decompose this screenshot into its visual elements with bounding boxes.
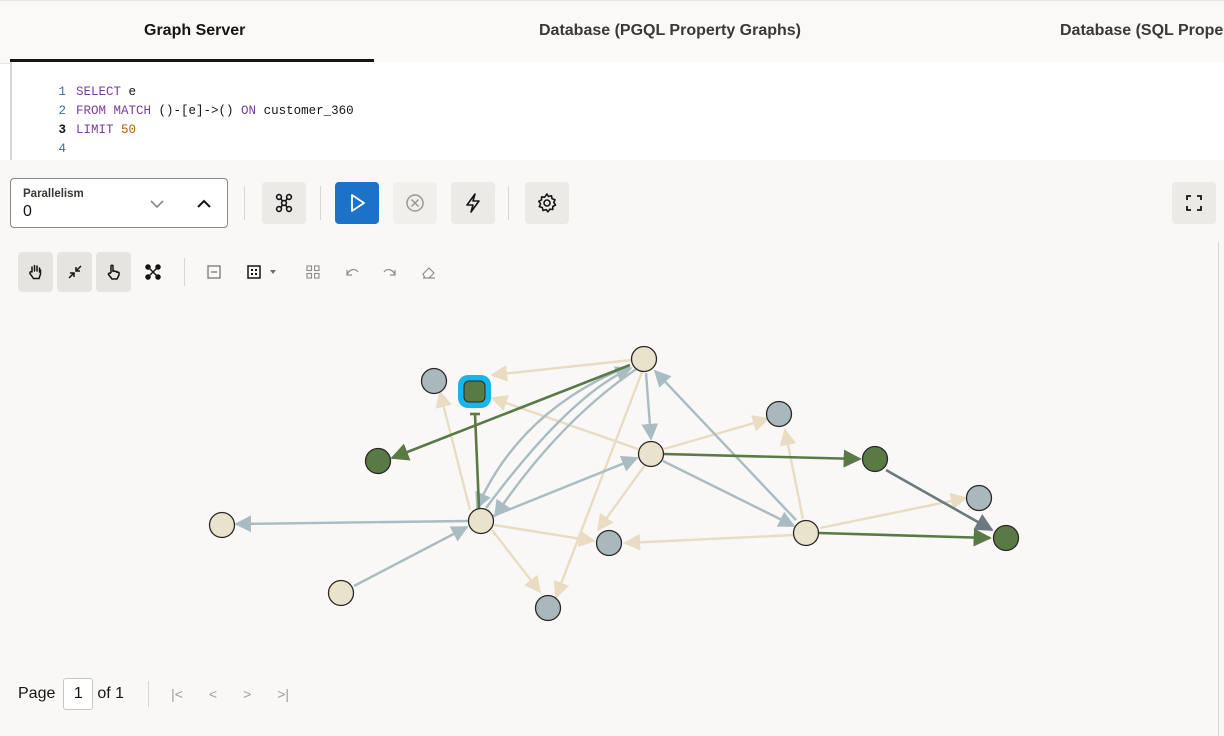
- code-line: 2 FROM MATCH ()-[e]->() ON customer_360: [12, 83, 354, 118]
- results-panel: Parallelism 0 Page 1 of 1 |< < > >|: [0, 160, 1224, 736]
- tab-database-pgql[interactable]: Database (PGQL Property Graphs): [539, 1, 801, 61]
- code-line: 4: [12, 121, 76, 156]
- graph-node-selected[interactable]: [463, 380, 486, 403]
- code-token: customer_360: [256, 104, 354, 118]
- query-editor[interactable]: 1 SELECT e 2 FROM MATCH ()-[e]->() ON cust…: [10, 62, 1224, 175]
- graph-edge[interactable]: [597, 464, 646, 532]
- graph-node[interactable]: [467, 507, 495, 535]
- graph-edge[interactable]: [493, 523, 596, 547]
- graph-node[interactable]: [595, 529, 623, 557]
- graph-node[interactable]: [534, 594, 562, 622]
- graph-node[interactable]: [861, 445, 889, 473]
- code-token: LIMIT: [76, 123, 114, 137]
- graph-node[interactable]: [992, 524, 1020, 552]
- graph-edge[interactable]: [435, 390, 472, 511]
- graph-node[interactable]: [637, 440, 665, 468]
- page-count-label: of 1: [97, 685, 125, 702]
- graph-node[interactable]: [327, 579, 355, 607]
- code-line: 1 SELECT e: [12, 64, 137, 99]
- code-line: 3 LIMIT 50: [12, 102, 137, 137]
- code-line: 5: [12, 140, 76, 175]
- graph-edge[interactable]: [353, 525, 469, 588]
- graph-node[interactable]: [630, 345, 658, 373]
- graph-edge[interactable]: [473, 413, 481, 509]
- page-number-input[interactable]: 1: [63, 678, 94, 710]
- next-page-button[interactable]: >: [243, 686, 251, 702]
- graph-node[interactable]: [765, 400, 793, 428]
- graph-edge[interactable]: [623, 533, 795, 551]
- graph-canvas[interactable]: [0, 160, 1224, 736]
- graph-edge[interactable]: [491, 529, 542, 594]
- graph-edge[interactable]: [663, 449, 862, 468]
- graph-edge[interactable]: [641, 372, 659, 441]
- tab-graph-server[interactable]: Graph Server: [144, 1, 245, 61]
- graph-edge[interactable]: [662, 459, 796, 528]
- graph-node[interactable]: [208, 511, 236, 539]
- graph-node[interactable]: [792, 519, 820, 547]
- pagination: Page 1 of 1 |< < > >|: [18, 678, 289, 710]
- code-token: ON: [241, 104, 257, 118]
- tab-database-sql[interactable]: Database (SQL Proper: [1060, 1, 1224, 61]
- tab-bar: Graph Server Database (PGQL Property Gra…: [0, 0, 1224, 64]
- page-label: Page: [18, 685, 56, 702]
- graph-node[interactable]: [965, 484, 993, 512]
- pager-divider: [148, 681, 150, 707]
- code-token: 50: [121, 123, 137, 137]
- code-token: ()-[e]->(): [151, 104, 242, 118]
- graph-edge[interactable]: [779, 428, 805, 520]
- graph-edge[interactable]: [234, 515, 469, 533]
- previous-page-button[interactable]: <: [209, 686, 217, 702]
- graph-node[interactable]: [420, 367, 448, 395]
- graph-edge[interactable]: [818, 528, 992, 547]
- last-page-button[interactable]: >|: [277, 686, 289, 702]
- graph-node[interactable]: [364, 447, 392, 475]
- first-page-button[interactable]: |<: [171, 686, 183, 702]
